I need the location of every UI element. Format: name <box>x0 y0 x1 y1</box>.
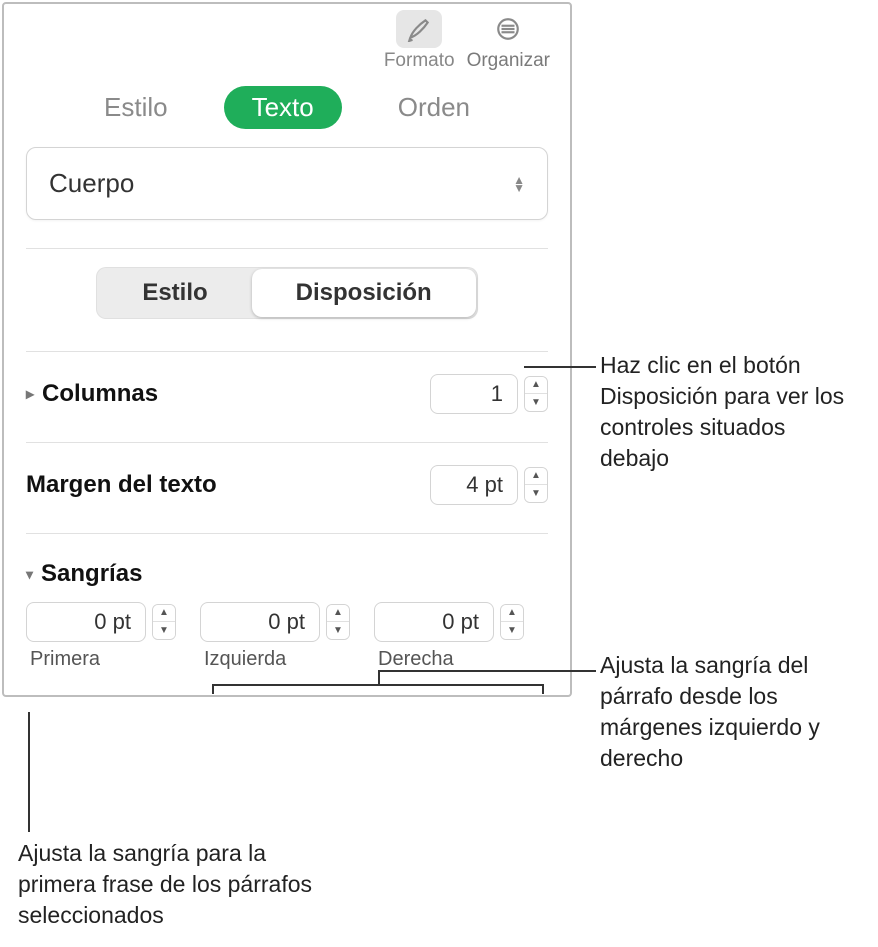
indent-left-step-down[interactable]: ▼ <box>327 622 349 639</box>
text-margin-stepper: ▲ ▼ <box>524 467 548 503</box>
format-toolbar-item[interactable]: Formato <box>384 10 455 72</box>
columns-input[interactable]: 1 <box>430 374 518 414</box>
indent-left-caption: Izquierda <box>200 648 350 671</box>
indent-left-stepper: ▲ ▼ <box>326 604 350 640</box>
text-margin-row: Margen del texto 4 pt ▲ ▼ <box>4 443 570 505</box>
indent-right-input[interactable]: 0 pt <box>374 602 494 642</box>
arrange-icon <box>485 10 531 48</box>
leader-line <box>378 670 596 672</box>
columns-stepper: ▲ ▼ <box>524 376 548 412</box>
chevron-right-icon[interactable]: ▸ <box>26 384 34 404</box>
indent-right-step-up[interactable]: ▲ <box>501 605 523 622</box>
text-margin-label: Margen del texto <box>26 471 217 499</box>
paragraph-style-dropdown[interactable]: Cuerpo ▲▼ <box>26 147 548 220</box>
indent-right-stepper: ▲ ▼ <box>500 604 524 640</box>
paragraph-style-value: Cuerpo <box>49 168 134 199</box>
format-label: Formato <box>384 50 455 72</box>
chevron-updown-icon: ▲▼ <box>513 176 525 192</box>
format-inspector-panel: Formato Organizar Estilo Texto Orden Cue… <box>2 2 572 697</box>
tab-text[interactable]: Texto <box>224 86 342 129</box>
columns-step-up[interactable]: ▲ <box>525 377 547 394</box>
segment-layout[interactable]: Disposición <box>252 269 476 317</box>
text-margin-step-down[interactable]: ▼ <box>525 485 547 502</box>
arrange-label: Organizar <box>467 50 550 72</box>
bracket-stem <box>378 670 380 686</box>
indent-left-step-up[interactable]: ▲ <box>327 605 349 622</box>
tab-order[interactable]: Orden <box>382 88 486 127</box>
callout-paragraph-indent: Ajusta la sangría del párrafo desde los … <box>600 650 870 774</box>
text-margin-step-up[interactable]: ▲ <box>525 468 547 485</box>
indents-row: 0 pt ▲ ▼ Primera 0 pt ▲ ▼ Izquierda 0 pt <box>4 598 570 681</box>
columns-step-down[interactable]: ▼ <box>525 394 547 411</box>
leader-line <box>28 712 30 832</box>
segment-style[interactable]: Estilo <box>98 269 251 317</box>
indent-first-stepper: ▲ ▼ <box>152 604 176 640</box>
callout-first-line: Ajusta la sangría para la primera frase … <box>18 838 318 931</box>
indent-first-step-up[interactable]: ▲ <box>153 605 175 622</box>
style-layout-segmented: Estilo Disposición <box>96 267 477 319</box>
indent-left-input[interactable]: 0 pt <box>200 602 320 642</box>
indents-label: Sangrías <box>41 560 142 588</box>
indent-first-input[interactable]: 0 pt <box>26 602 146 642</box>
paintbrush-icon <box>396 10 442 48</box>
tab-style[interactable]: Estilo <box>88 88 184 127</box>
top-toolbar: Formato Organizar <box>4 4 570 80</box>
indent-right-step-down[interactable]: ▼ <box>501 622 523 639</box>
indent-right-caption: Derecha <box>374 648 524 671</box>
leader-line <box>524 366 596 368</box>
text-margin-input[interactable]: 4 pt <box>430 465 518 505</box>
columns-label: Columnas <box>42 380 158 408</box>
indents-section: ▾ Sangrías <box>4 534 570 598</box>
indent-first-caption: Primera <box>26 648 176 671</box>
chevron-down-icon[interactable]: ▾ <box>26 566 33 583</box>
columns-row: ▸ Columnas 1 ▲ ▼ <box>4 352 570 414</box>
indent-first-step-down[interactable]: ▼ <box>153 622 175 639</box>
arrange-toolbar-item[interactable]: Organizar <box>467 10 550 72</box>
callout-layout-button: Haz clic en el botón Disposición para ve… <box>600 350 860 474</box>
subtabs: Estilo Texto Orden <box>4 80 570 143</box>
